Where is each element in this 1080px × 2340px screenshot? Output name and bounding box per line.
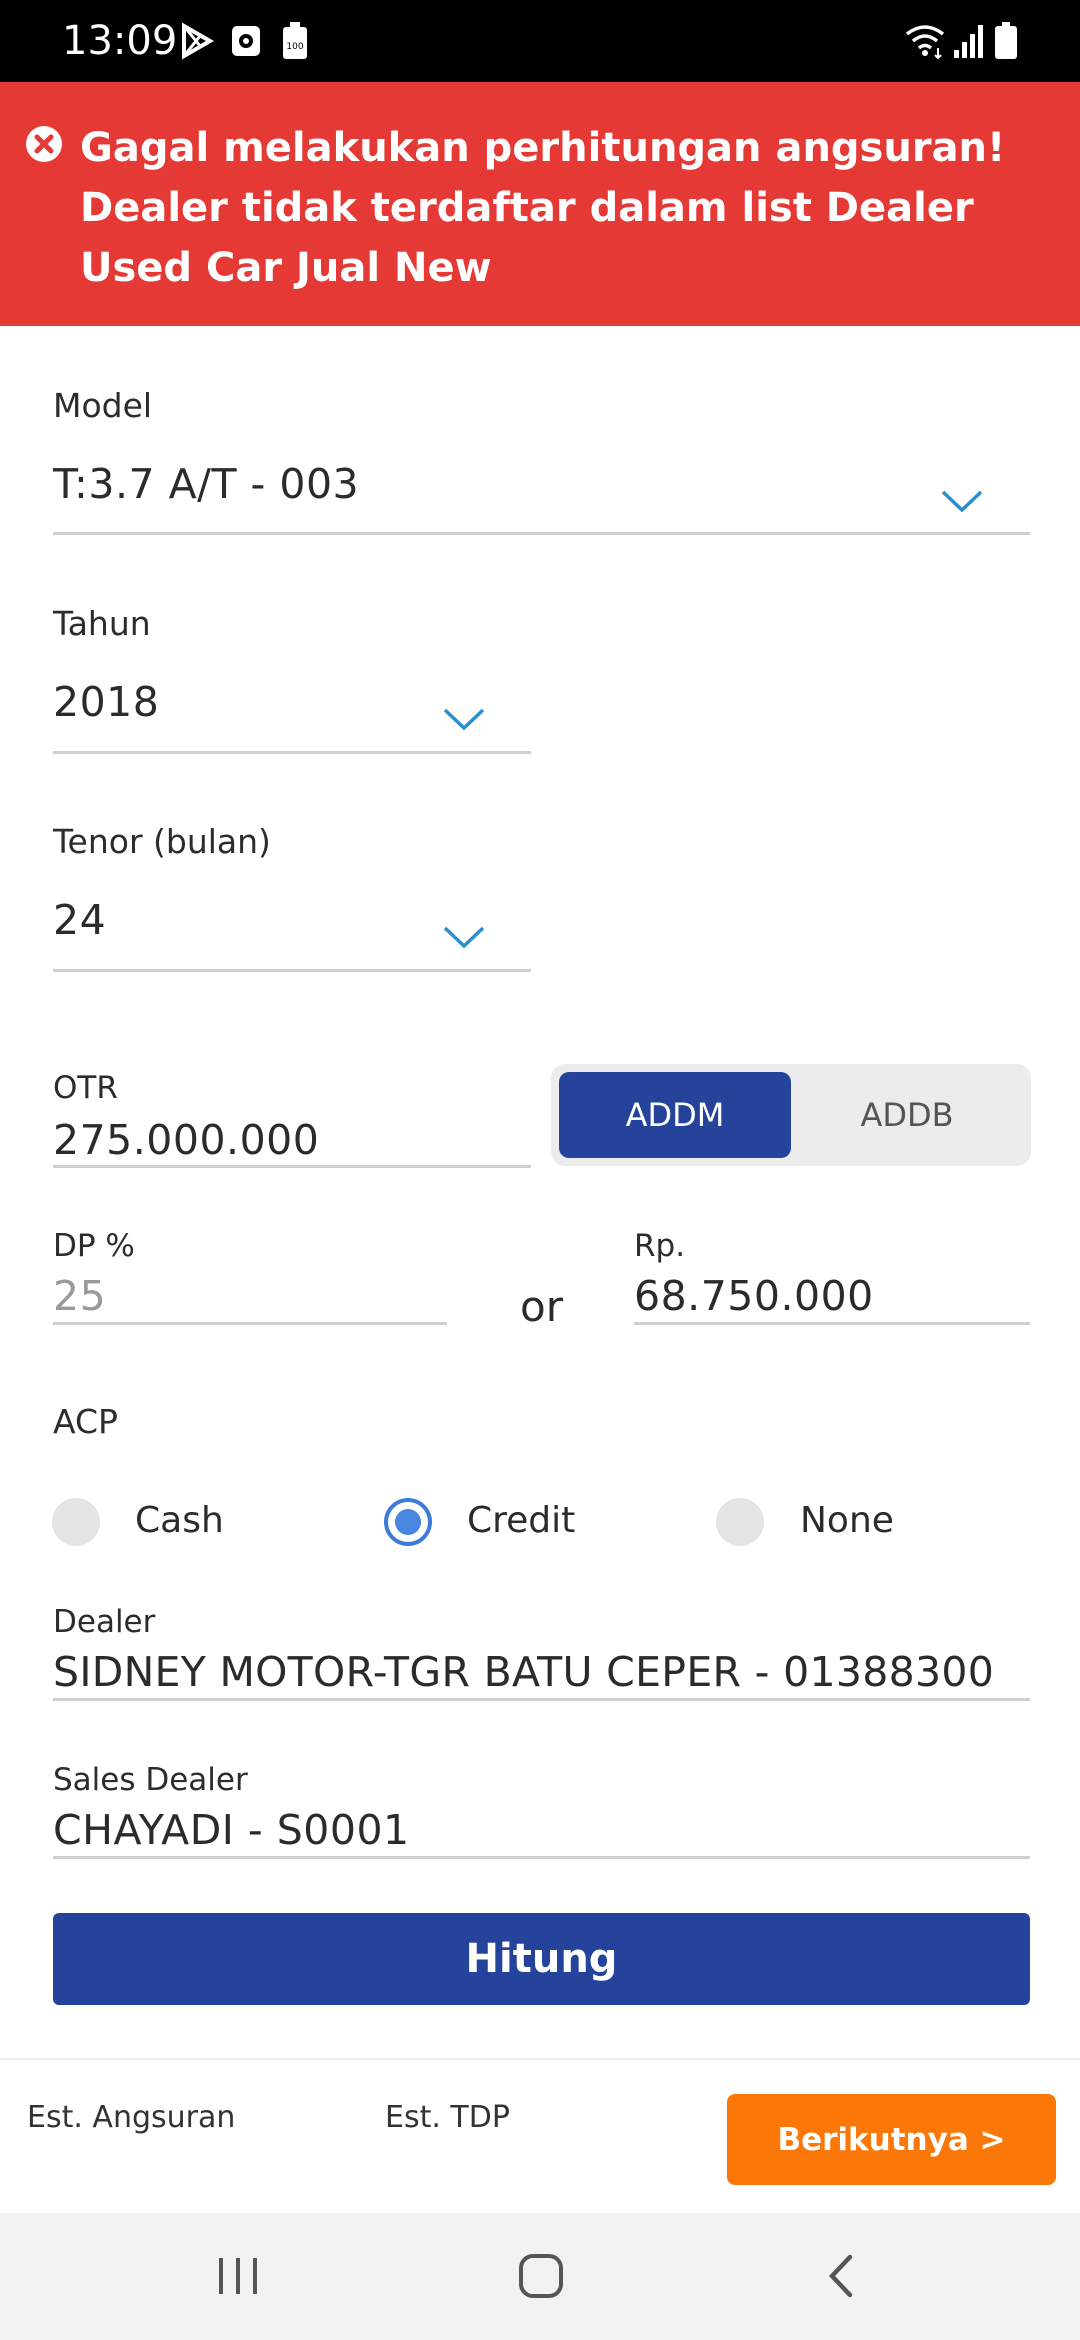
sales-dealer-label: Sales Dealer [53, 1762, 248, 1798]
error-banner: Gagal melakukan perhitungan angsuran! De… [0, 82, 1080, 326]
sales-dealer-underline [53, 1856, 1030, 1859]
battery-badge: 100 [286, 42, 303, 52]
status-time: 13:09 [62, 18, 178, 64]
dp-rp-underline [634, 1322, 1030, 1325]
error-icon [26, 126, 62, 162]
est-tdp-label: Est. TDP [385, 2100, 510, 2135]
error-message: Gagal melakukan perhitungan angsuran! De… [80, 125, 1006, 291]
tahun-value: 2018 [53, 678, 160, 726]
dp-percent-value: 25 [53, 1272, 107, 1320]
tahun-underline [53, 751, 531, 754]
dp-percent-label: DP % [53, 1228, 135, 1264]
signal-icon [954, 25, 983, 58]
sales-dealer-value: CHAYADI - S0001 [53, 1806, 410, 1854]
home-icon[interactable] [518, 2253, 564, 2299]
addm-option[interactable]: ADDM [559, 1072, 791, 1158]
dp-rp-value: 68.750.000 [634, 1272, 874, 1320]
dealer-value: SIDNEY MOTOR-TGR BATU CEPER - 01388300 [53, 1648, 995, 1696]
radio-credit[interactable] [384, 1498, 432, 1546]
system-nav-bar [0, 2213, 1080, 2340]
otr-label: OTR [53, 1070, 118, 1106]
battery-icon [995, 22, 1017, 59]
hitung-button[interactable]: Hitung [53, 1913, 1030, 2005]
radio-credit-label: Credit [467, 1500, 576, 1541]
tenor-underline [53, 969, 531, 972]
acp-label: ACP [53, 1402, 118, 1441]
summary-bar: Est. Angsuran Est. TDP Berikutnya > [0, 2058, 1080, 2213]
recent-apps-icon[interactable] [216, 2255, 260, 2297]
model-label: Model [53, 386, 153, 425]
radio-none-label: None [800, 1500, 894, 1541]
model-underline [53, 532, 1030, 535]
back-icon[interactable] [826, 2253, 856, 2299]
play-store-icon [182, 22, 214, 60]
otr-value: 275.000.000 [53, 1116, 320, 1164]
est-angsuran-label: Est. Angsuran [27, 2100, 236, 2135]
chevron-down-icon [443, 708, 485, 731]
tenor-value: 24 [53, 896, 107, 944]
dealer-underline [53, 1698, 1030, 1701]
chevron-down-icon [443, 926, 485, 949]
wifi-icon [905, 25, 945, 60]
tahun-label: Tahun [53, 604, 151, 643]
radio-none[interactable] [716, 1498, 764, 1546]
battery-saver-icon: 100 [283, 22, 307, 59]
addm-addb-toggle: ADDM ADDB [551, 1064, 1031, 1166]
or-label: or [520, 1282, 563, 1331]
dp-rp-label: Rp. [634, 1228, 686, 1264]
otr-underline [53, 1165, 531, 1168]
model-value: T:3.7 A/T - 003 [53, 460, 360, 508]
tenor-label: Tenor (bulan) [53, 822, 271, 861]
screen-record-icon [232, 26, 260, 56]
addb-option[interactable]: ADDB [791, 1072, 1023, 1158]
dp-percent-underline [53, 1322, 447, 1325]
status-bar: 13:09 100 [0, 0, 1080, 82]
dealer-label: Dealer [53, 1604, 156, 1640]
chevron-down-icon [941, 490, 983, 513]
berikutnya-button[interactable]: Berikutnya > [727, 2094, 1056, 2185]
radio-cash[interactable] [52, 1498, 100, 1546]
radio-cash-label: Cash [135, 1500, 224, 1541]
